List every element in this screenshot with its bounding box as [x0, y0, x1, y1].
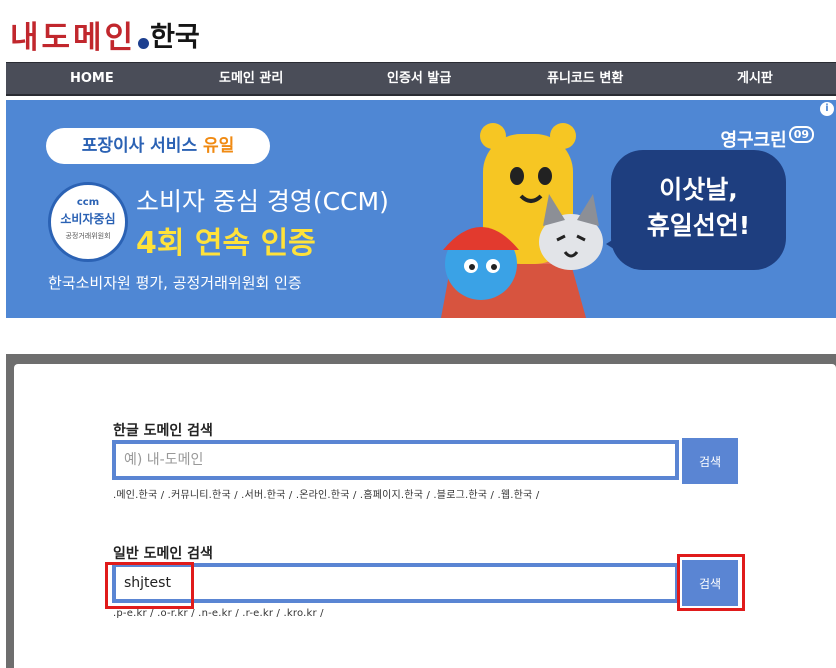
nav-board[interactable]: 게시판 — [737, 63, 773, 95]
nav-certificate-issue[interactable]: 인증서 발급 — [387, 63, 451, 95]
search-panel — [6, 354, 836, 668]
ad-info-icon[interactable]: i — [820, 102, 834, 116]
korean-search-input[interactable] — [116, 444, 675, 476]
korean-search-field[interactable] — [112, 440, 679, 480]
brand-number: 09 — [788, 126, 814, 143]
banner-subheadline: 4회 연속 인증 — [136, 226, 316, 261]
banner-pill-highlight: 유일 — [203, 136, 235, 156]
ad-banner[interactable]: 포장이사 서비스 유일 ccm 소비자중심 공정거래위원회 소비자 중심 경영(… — [6, 100, 836, 318]
korean-tld-list: .메인.한국 / .커뮤니티.한국 / .서버.한국 / .온라인.한국 / .… — [113, 490, 540, 501]
bubble-line-2: 휴일선언! — [646, 211, 751, 240]
badge-bottom-text: 공정거래위원회 — [65, 232, 111, 240]
nav-home[interactable]: HOME — [70, 63, 114, 95]
general-search-field[interactable] — [112, 563, 679, 603]
banner-pill: 포장이사 서비스 유일 — [46, 128, 270, 164]
brand-logo: 영구크린 09 — [720, 126, 814, 152]
logo-sub-text: 한국 — [150, 22, 200, 53]
banner-caption: 한국소비자원 평가, 공정거래위원회 인증 — [48, 274, 302, 292]
main-nav: HOME 도메인 관리 인증서 발급 퓨니코드 변환 게시판 — [6, 62, 836, 96]
general-tld-list: .p-e.kr / .o-r.kr / .n-e.kr / .r-e.kr / … — [113, 608, 324, 619]
banner-headline: 소비자 중심 경영(CCM) — [136, 187, 389, 216]
mascot-illustration — [441, 123, 603, 318]
general-search-input[interactable] — [116, 567, 675, 599]
brand-name: 영구크린 — [720, 130, 787, 151]
site-logo[interactable]: 내도메인 한국 — [10, 14, 200, 56]
korean-search-button[interactable]: 검색 — [682, 438, 738, 484]
nav-punycode-convert[interactable]: 퓨니코드 변환 — [547, 63, 623, 95]
bubble-line-1: 이삿날, — [659, 175, 738, 204]
ccm-badge-icon: ccm 소비자중심 공정거래위원회 — [48, 182, 128, 262]
banner-pill-text: 포장이사 서비스 — [81, 136, 204, 156]
logo-dot — [138, 38, 150, 49]
search-card — [14, 364, 836, 668]
badge-top-text: ccm — [76, 197, 100, 208]
badge-mid-text: 소비자중심 — [60, 212, 116, 226]
korean-search-label: 한글 도메인 검색 — [113, 423, 213, 439]
nav-domain-management[interactable]: 도메인 관리 — [219, 63, 283, 95]
speech-bubble-text: 이삿날, 휴일선언! — [611, 172, 786, 244]
logo-main-text: 내도메인 — [10, 20, 137, 56]
general-search-label: 일반 도메인 검색 — [113, 546, 213, 562]
button-highlight-box — [677, 554, 745, 611]
input-highlight-box — [105, 562, 194, 609]
